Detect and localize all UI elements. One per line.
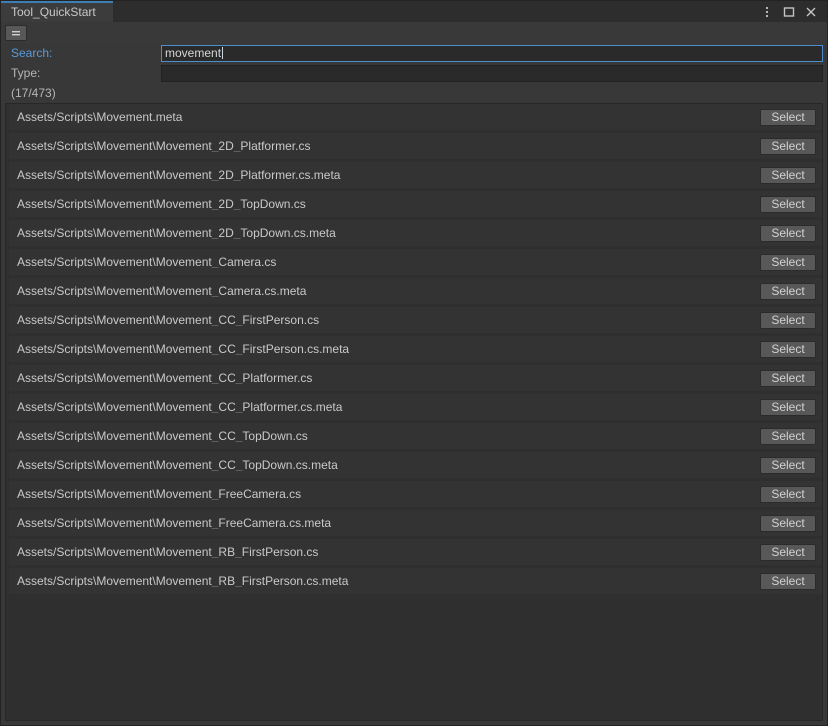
- select-button[interactable]: Select: [760, 195, 816, 213]
- select-button[interactable]: Select: [760, 369, 816, 387]
- asset-path-label: Assets/Scripts\Movement\Movement_2D_TopD…: [17, 227, 336, 239]
- tool-window: Tool_QuickStart Search: movement Type: (…: [0, 0, 828, 726]
- asset-path-label: Assets/Scripts\Movement\Movement_CC_Firs…: [17, 343, 350, 355]
- asset-path-label: Assets/Scripts\Movement\Movement_FreeCam…: [17, 517, 332, 529]
- asset-path-label: Assets/Scripts\Movement\Movement_CC_TopD…: [17, 459, 338, 471]
- result-count-label: (17/473): [11, 85, 56, 100]
- table-row[interactable]: Assets/Scripts\Movement\Movement_2D_TopD…: [9, 191, 822, 217]
- close-icon[interactable]: [801, 2, 821, 22]
- table-row[interactable]: Assets/Scripts\Movement\Movement_2D_Plat…: [9, 162, 822, 188]
- search-row: Search: movement: [1, 43, 827, 63]
- table-row[interactable]: Assets/Scripts\Movement\Movement_FreeCam…: [9, 510, 822, 536]
- select-button[interactable]: Select: [760, 456, 816, 474]
- table-row[interactable]: Assets/Scripts\Movement\Movement_RB_Firs…: [9, 568, 822, 594]
- select-button[interactable]: Select: [760, 398, 816, 416]
- asset-path-label: Assets/Scripts\Movement\Movement_2D_Plat…: [17, 169, 341, 181]
- search-label: Search:: [11, 46, 53, 60]
- table-row[interactable]: Assets/Scripts\Movement.meta Select: [9, 104, 822, 130]
- asset-path-label: Assets/Scripts\Movement\Movement_2D_Plat…: [17, 140, 311, 152]
- title-bar-spacer: [113, 1, 757, 22]
- table-row[interactable]: Assets/Scripts\Movement\Movement_CC_Plat…: [9, 394, 822, 420]
- search-input-value: movement: [165, 46, 222, 60]
- table-row[interactable]: Assets/Scripts\Movement\Movement_CC_Firs…: [9, 336, 822, 362]
- asset-path-label: Assets/Scripts\Movement\Movement_CC_TopD…: [17, 430, 308, 442]
- type-row: Type:: [1, 63, 827, 83]
- table-row[interactable]: Assets/Scripts\Movement\Movement_2D_TopD…: [9, 220, 822, 246]
- table-row[interactable]: Assets/Scripts\Movement\Movement_2D_Plat…: [9, 133, 822, 159]
- select-button[interactable]: Select: [760, 311, 816, 329]
- asset-path-label: Assets/Scripts\Movement\Movement_CC_Firs…: [17, 314, 320, 326]
- asset-path-label: Assets/Scripts\Movement\Movement_CC_Plat…: [17, 372, 313, 384]
- asset-path-label: Assets/Scripts\Movement\Movement_2D_TopD…: [17, 198, 306, 210]
- table-row[interactable]: Assets/Scripts\Movement\Movement_CC_Plat…: [9, 365, 822, 391]
- tab-label: Tool_QuickStart: [11, 4, 96, 19]
- filter-fields: Search: movement Type: (17/473): [1, 43, 827, 102]
- table-row[interactable]: Assets/Scripts\Movement\Movement_RB_Firs…: [9, 539, 822, 565]
- maximize-icon[interactable]: [779, 2, 799, 22]
- select-button[interactable]: Select: [760, 427, 816, 445]
- asset-path-label: Assets/Scripts\Movement\Movement_Camera.…: [17, 285, 307, 297]
- window-controls: [757, 1, 827, 22]
- type-input[interactable]: [161, 64, 823, 82]
- asset-path-label: Assets/Scripts\Movement\Movement_CC_Plat…: [17, 401, 343, 413]
- table-row[interactable]: Assets/Scripts\Movement\Movement_Camera.…: [9, 278, 822, 304]
- result-count-row: (17/473): [1, 83, 827, 102]
- select-button[interactable]: Select: [760, 282, 816, 300]
- table-row[interactable]: Assets/Scripts\Movement\Movement_CC_TopD…: [9, 452, 822, 478]
- tab-tool-quickstart[interactable]: Tool_QuickStart: [1, 1, 113, 22]
- asset-path-label: Assets/Scripts\Movement\Movement_Camera.…: [17, 256, 277, 268]
- select-button[interactable]: Select: [760, 572, 816, 590]
- table-row[interactable]: Assets/Scripts\Movement\Movement_FreeCam…: [9, 481, 822, 507]
- select-button[interactable]: Select: [760, 166, 816, 184]
- asset-path-label: Assets/Scripts\Movement.meta: [17, 111, 183, 123]
- select-button[interactable]: Select: [760, 108, 816, 126]
- table-row[interactable]: Assets/Scripts\Movement\Movement_CC_TopD…: [9, 423, 822, 449]
- hamburger-menu-icon[interactable]: [5, 24, 27, 41]
- text-caret: [222, 47, 224, 59]
- select-button[interactable]: Select: [760, 543, 816, 561]
- search-input[interactable]: movement: [161, 44, 823, 62]
- asset-path-label: Assets/Scripts\Movement\Movement_RB_Firs…: [17, 546, 319, 558]
- asset-path-label: Assets/Scripts\Movement\Movement_RB_Firs…: [17, 575, 349, 587]
- table-row[interactable]: Assets/Scripts\Movement\Movement_CC_Firs…: [9, 307, 822, 333]
- table-row[interactable]: Assets/Scripts\Movement\Movement_Camera.…: [9, 249, 822, 275]
- select-button[interactable]: Select: [760, 485, 816, 503]
- toolbar: [1, 22, 827, 43]
- select-button[interactable]: Select: [760, 340, 816, 358]
- title-bar: Tool_QuickStart: [1, 1, 827, 22]
- select-button[interactable]: Select: [760, 224, 816, 242]
- select-button[interactable]: Select: [760, 514, 816, 532]
- type-label: Type:: [11, 66, 41, 80]
- select-button[interactable]: Select: [760, 253, 816, 271]
- asset-path-label: Assets/Scripts\Movement\Movement_FreeCam…: [17, 488, 302, 500]
- more-options-icon[interactable]: [757, 2, 777, 22]
- results-list[interactable]: Assets/Scripts\Movement.meta Select Assets…: [5, 103, 823, 721]
- select-button[interactable]: Select: [760, 137, 816, 155]
